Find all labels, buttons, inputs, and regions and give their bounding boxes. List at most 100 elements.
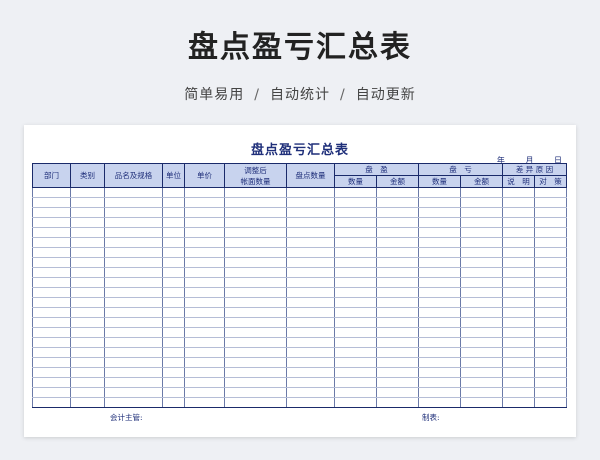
table-cell[interactable] — [418, 277, 461, 288]
table-cell[interactable] — [286, 277, 335, 288]
table-cell[interactable] — [376, 287, 419, 298]
table-cell[interactable] — [286, 257, 335, 268]
table-cell[interactable] — [334, 267, 377, 278]
table-cell[interactable] — [460, 277, 503, 288]
table-cell[interactable] — [32, 367, 71, 378]
table-cell[interactable] — [32, 397, 71, 408]
table-cell[interactable] — [334, 367, 377, 378]
table-cell[interactable] — [334, 327, 377, 338]
table-cell[interactable] — [418, 317, 461, 328]
table-cell[interactable] — [286, 267, 335, 278]
table-cell[interactable] — [460, 207, 503, 218]
table-cell[interactable] — [418, 357, 461, 368]
table-cell[interactable] — [70, 247, 105, 258]
table-cell[interactable] — [32, 287, 71, 298]
table-cell[interactable] — [104, 337, 163, 348]
table-cell[interactable] — [376, 247, 419, 258]
table-cell[interactable] — [162, 197, 185, 208]
table-cell[interactable] — [184, 327, 225, 338]
table-cell[interactable] — [534, 347, 567, 358]
table-cell[interactable] — [418, 257, 461, 268]
table-cell[interactable] — [286, 297, 335, 308]
table-cell[interactable] — [32, 217, 71, 228]
table-cell[interactable] — [334, 217, 377, 228]
table-cell[interactable] — [70, 277, 105, 288]
table-cell[interactable] — [376, 277, 419, 288]
table-cell[interactable] — [184, 297, 225, 308]
table-cell[interactable] — [286, 187, 335, 198]
table-cell[interactable] — [502, 187, 535, 198]
table-cell[interactable] — [286, 357, 335, 368]
table-cell[interactable] — [460, 297, 503, 308]
table-cell[interactable] — [502, 217, 535, 228]
table-cell[interactable] — [70, 347, 105, 358]
table-cell[interactable] — [534, 197, 567, 208]
table-cell[interactable] — [104, 377, 163, 388]
table-cell[interactable] — [502, 247, 535, 258]
table-cell[interactable] — [162, 287, 185, 298]
table-cell[interactable] — [334, 347, 377, 358]
table-cell[interactable] — [502, 307, 535, 318]
table-cell[interactable] — [70, 197, 105, 208]
table-cell[interactable] — [224, 317, 287, 328]
table-cell[interactable] — [104, 207, 163, 218]
table-cell[interactable] — [534, 247, 567, 258]
table-cell[interactable] — [32, 227, 71, 238]
table-cell[interactable] — [376, 307, 419, 318]
table-cell[interactable] — [286, 387, 335, 398]
table-cell[interactable] — [162, 257, 185, 268]
table-cell[interactable] — [502, 237, 535, 248]
table-cell[interactable] — [70, 267, 105, 278]
table-cell[interactable] — [534, 307, 567, 318]
table-cell[interactable] — [184, 267, 225, 278]
table-cell[interactable] — [460, 367, 503, 378]
table-cell[interactable] — [162, 347, 185, 358]
table-cell[interactable] — [32, 337, 71, 348]
table-cell[interactable] — [184, 397, 225, 408]
table-cell[interactable] — [32, 347, 71, 358]
table-cell[interactable] — [286, 237, 335, 248]
table-cell[interactable] — [418, 207, 461, 218]
table-cell[interactable] — [224, 397, 287, 408]
table-cell[interactable] — [376, 327, 419, 338]
table-cell[interactable] — [32, 297, 71, 308]
table-cell[interactable] — [286, 227, 335, 238]
table-cell[interactable] — [502, 257, 535, 268]
table-cell[interactable] — [376, 257, 419, 268]
table-cell[interactable] — [534, 387, 567, 398]
table-cell[interactable] — [418, 387, 461, 398]
table-cell[interactable] — [376, 357, 419, 368]
table-cell[interactable] — [376, 217, 419, 228]
table-cell[interactable] — [376, 397, 419, 408]
table-cell[interactable] — [70, 337, 105, 348]
table-cell[interactable] — [184, 307, 225, 318]
table-cell[interactable] — [70, 367, 105, 378]
table-cell[interactable] — [32, 277, 71, 288]
table-cell[interactable] — [104, 267, 163, 278]
table-cell[interactable] — [32, 207, 71, 218]
table-cell[interactable] — [104, 397, 163, 408]
table-cell[interactable] — [104, 327, 163, 338]
table-cell[interactable] — [162, 357, 185, 368]
table-cell[interactable] — [104, 307, 163, 318]
table-cell[interactable] — [184, 257, 225, 268]
table-cell[interactable] — [162, 327, 185, 338]
table-cell[interactable] — [104, 317, 163, 328]
table-cell[interactable] — [502, 387, 535, 398]
table-cell[interactable] — [534, 187, 567, 198]
table-cell[interactable] — [184, 357, 225, 368]
table-cell[interactable] — [32, 387, 71, 398]
table-cell[interactable] — [184, 187, 225, 198]
table-cell[interactable] — [376, 197, 419, 208]
table-cell[interactable] — [70, 387, 105, 398]
table-cell[interactable] — [376, 317, 419, 328]
table-cell[interactable] — [104, 367, 163, 378]
table-cell[interactable] — [32, 247, 71, 258]
table-cell[interactable] — [502, 267, 535, 278]
table-cell[interactable] — [376, 297, 419, 308]
table-cell[interactable] — [334, 287, 377, 298]
table-cell[interactable] — [32, 317, 71, 328]
table-cell[interactable] — [418, 197, 461, 208]
table-cell[interactable] — [502, 317, 535, 328]
table-cell[interactable] — [418, 187, 461, 198]
